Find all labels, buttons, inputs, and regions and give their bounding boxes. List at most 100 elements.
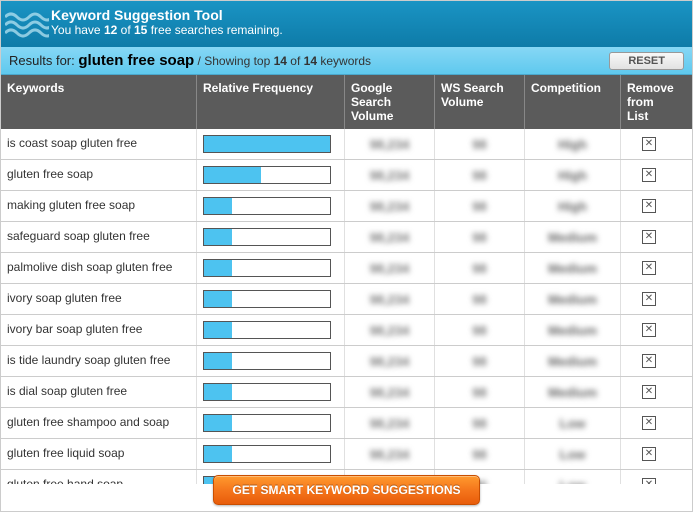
cell-remove: ✕	[621, 439, 677, 469]
remove-button[interactable]: ✕	[642, 199, 656, 213]
table-row: gluten free shampoo and soap98,23498Low✕	[1, 408, 692, 439]
table-row: making gluten free soap98,23498High✕	[1, 191, 692, 222]
cell-remove: ✕	[621, 191, 677, 221]
cell-google-volume: 98,234	[345, 253, 435, 283]
app-window: Keyword Suggestion Tool You have 12 of 1…	[0, 0, 693, 512]
cell-keyword: is tide laundry soap gluten free	[1, 346, 197, 376]
cell-competition: Medium	[525, 222, 621, 252]
blurred-value: 98,234	[370, 354, 410, 369]
cell-relative-frequency	[197, 284, 345, 314]
remove-button[interactable]: ✕	[642, 478, 656, 484]
cell-competition: High	[525, 191, 621, 221]
blurred-value: 98,234	[370, 323, 410, 338]
cell-relative-frequency	[197, 129, 345, 159]
frequency-bar-fill	[204, 198, 232, 214]
cell-competition: Medium	[525, 315, 621, 345]
remove-button[interactable]: ✕	[642, 385, 656, 399]
cell-competition: High	[525, 160, 621, 190]
table-row: is dial soap gluten free98,23498Medium✕	[1, 377, 692, 408]
frequency-bar	[203, 135, 331, 153]
cell-remove: ✕	[621, 129, 677, 159]
cell-ws-volume: 98	[435, 408, 525, 438]
blurred-value: Low	[560, 478, 586, 485]
col-google-search-volume[interactable]: Google Search Volume	[345, 75, 435, 129]
sub-post: free searches remaining.	[147, 23, 282, 37]
remove-button[interactable]: ✕	[642, 292, 656, 306]
table-row: safeguard soap gluten free98,23498Medium…	[1, 222, 692, 253]
cell-remove: ✕	[621, 408, 677, 438]
cell-keyword: gluten free liquid soap	[1, 439, 197, 469]
frequency-bar-fill	[204, 446, 232, 462]
remove-button[interactable]: ✕	[642, 230, 656, 244]
cell-keyword: gluten free hand soap	[1, 470, 197, 484]
count-total: 14	[304, 54, 317, 68]
cell-keyword: gluten free soap	[1, 160, 197, 190]
blurred-value: 98	[472, 292, 486, 307]
blurred-value: 98,234	[370, 230, 410, 245]
frequency-bar	[203, 166, 331, 184]
col-keywords[interactable]: Keywords	[1, 75, 197, 129]
blurred-value: 98	[472, 447, 486, 462]
blurred-value: High	[558, 168, 587, 183]
blurred-value: 98	[472, 230, 486, 245]
blurred-value: Medium	[548, 385, 597, 400]
table-header: Keywords Relative Frequency Google Searc…	[1, 75, 692, 129]
blurred-value: 98	[472, 323, 486, 338]
remove-button[interactable]: ✕	[642, 168, 656, 182]
sub-mid: of	[117, 23, 134, 37]
table-row: is tide laundry soap gluten free98,23498…	[1, 346, 692, 377]
get-suggestions-button[interactable]: GET SMART KEYWORD SUGGESTIONS	[213, 475, 479, 505]
reset-button[interactable]: RESET	[609, 52, 684, 70]
table-row: palmolive dish soap gluten free98,23498M…	[1, 253, 692, 284]
header-title: Keyword Suggestion Tool	[51, 7, 682, 23]
frequency-bar	[203, 445, 331, 463]
remove-button[interactable]: ✕	[642, 447, 656, 461]
cell-ws-volume: 98	[435, 439, 525, 469]
col-ws-search-volume[interactable]: WS Search Volume	[435, 75, 525, 129]
blurred-value: 98,234	[370, 168, 410, 183]
cell-remove: ✕	[621, 222, 677, 252]
results-table: Keywords Relative Frequency Google Searc…	[1, 75, 692, 478]
table-row: ivory soap gluten free98,23498Medium✕	[1, 284, 692, 315]
remove-button[interactable]: ✕	[642, 137, 656, 151]
cell-google-volume: 98,234	[345, 222, 435, 252]
cell-keyword: ivory bar soap gluten free	[1, 315, 197, 345]
cell-keyword: palmolive dish soap gluten free	[1, 253, 197, 283]
frequency-bar	[203, 321, 331, 339]
col-competition[interactable]: Competition	[525, 75, 621, 129]
blurred-value: Medium	[548, 261, 597, 276]
wave-logo-icon	[5, 3, 49, 43]
frequency-bar	[203, 197, 331, 215]
table-row: gluten free soap 98,234 98 High ✕	[1, 160, 692, 191]
frequency-bar	[203, 383, 331, 401]
blurred-value: Medium	[548, 323, 597, 338]
frequency-bar-fill	[204, 291, 232, 307]
cell-remove: ✕	[621, 160, 677, 190]
table-body[interactable]: is coast soap gluten free98,23498High✕gl…	[1, 129, 692, 484]
col-relative-frequency[interactable]: Relative Frequency	[197, 75, 345, 129]
frequency-bar-fill	[204, 229, 232, 245]
cell-remove: ✕	[621, 470, 677, 484]
cell-relative-frequency	[197, 191, 345, 221]
cell-ws-volume: 98	[435, 160, 525, 190]
cell-competition: Medium	[525, 253, 621, 283]
table-row: ivory bar soap gluten free 98,234 98 Medium…	[1, 315, 692, 346]
remove-button[interactable]: ✕	[642, 323, 656, 337]
remove-button[interactable]: ✕	[642, 261, 656, 275]
frequency-bar-fill	[204, 322, 232, 338]
cell-google-volume: 98,234	[345, 315, 435, 345]
showing-text: / Showing top 14 of 14 keywords	[194, 54, 371, 68]
cell-relative-frequency	[197, 253, 345, 283]
remove-button[interactable]: ✕	[642, 416, 656, 430]
cell-relative-frequency	[197, 408, 345, 438]
frequency-bar-fill	[204, 136, 330, 152]
cell-ws-volume: 98	[435, 191, 525, 221]
remove-button[interactable]: ✕	[642, 354, 656, 368]
blurred-value: 98,234	[370, 416, 410, 431]
cell-remove: ✕	[621, 284, 677, 314]
frequency-bar	[203, 290, 331, 308]
cell-keyword: is dial soap gluten free	[1, 377, 197, 407]
cell-competition: Low	[525, 470, 621, 484]
blurred-value: 98,234	[370, 447, 410, 462]
blurred-value: Low	[560, 416, 586, 431]
